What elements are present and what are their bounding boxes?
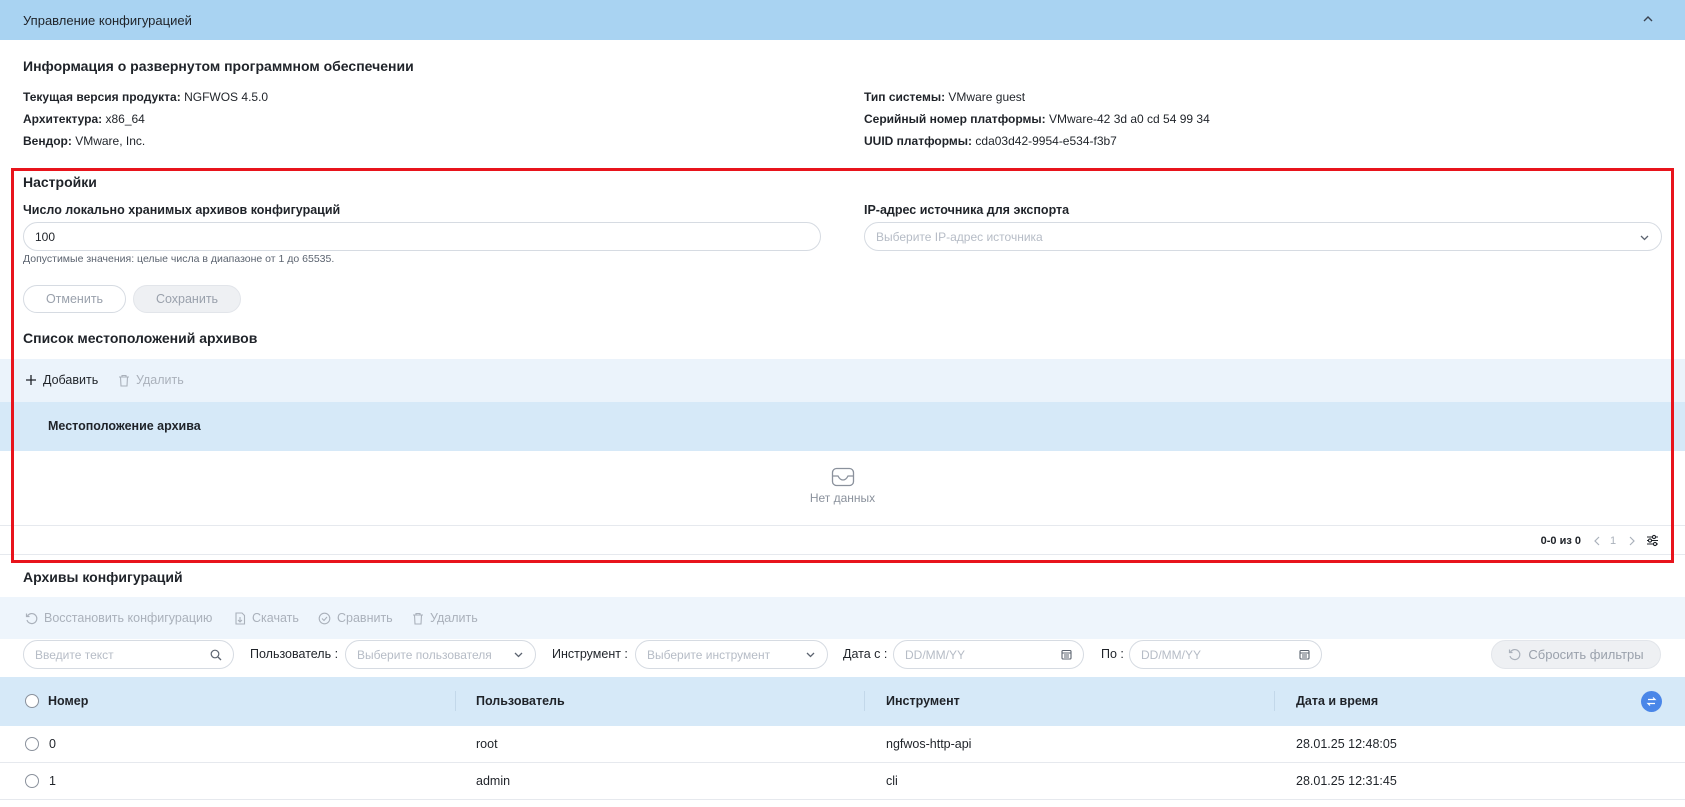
column-datetime[interactable]: Дата и время [1296, 694, 1378, 708]
delete-label: Удалить [136, 373, 184, 387]
tool-filter-select[interactable]: Выберите инструмент [635, 640, 828, 669]
chevron-down-icon [1640, 235, 1649, 241]
locations-table-header: Местоположение архива [0, 402, 1685, 451]
compare-icon [318, 612, 331, 624]
column-settings-icon[interactable] [1646, 534, 1659, 547]
row-datetime: 28.01.25 12:48:05 [1296, 737, 1397, 751]
cancel-button[interactable]: Отменить [23, 285, 126, 313]
plus-icon [26, 375, 36, 385]
select-all-checkbox[interactable] [25, 694, 39, 708]
vendor: Вендор: VMware, Inc. [23, 134, 146, 148]
calendar-icon [1299, 649, 1310, 660]
date-to-input[interactable]: DD/MM/YY [1129, 640, 1322, 669]
settings-heading: Настройки [23, 174, 97, 190]
date-from-placeholder: DD/MM/YY [905, 647, 965, 662]
save-button[interactable]: Сохранить [133, 285, 241, 313]
archives-count-value: 100 [35, 229, 56, 244]
tool-filter-placeholder: Выберите инструмент [647, 647, 771, 662]
trash-icon [413, 612, 423, 625]
date-from-label: Дата с : [843, 647, 888, 661]
row-datetime: 28.01.25 12:31:45 [1296, 774, 1397, 788]
product-version: Текущая версия продукта: NGFWOS 4.5.0 [23, 90, 269, 104]
row-checkbox[interactable] [25, 737, 39, 751]
swap-icon [1646, 697, 1657, 706]
archives-count-input[interactable]: 100 [23, 222, 821, 251]
system-type: Тип системы: VMware guest [864, 90, 1026, 104]
platform-serial: Серийный номер платформы: VMware-42 3d a… [864, 112, 1210, 126]
date-to-label: По : [1101, 647, 1124, 661]
archive-search-input[interactable]: Введите текст [23, 640, 234, 669]
chevron-up-icon[interactable] [1641, 12, 1655, 26]
architecture: Архитектура: x86_64 [23, 112, 145, 126]
header-title: Управление конфигурацией [23, 12, 192, 28]
delete-archive-label: Удалить [430, 611, 478, 625]
compare-button[interactable]: Сравнить [318, 611, 393, 625]
trash-icon [119, 374, 129, 387]
column-number[interactable]: Номер [48, 694, 88, 708]
software-info-heading: Информация о развернутом программном обе… [23, 58, 414, 74]
export-ip-select[interactable]: Выберите IP-адрес источника [864, 222, 1662, 251]
empty-inbox-icon [831, 467, 855, 487]
pagination-count: 0-0 из 0 [1540, 535, 1581, 547]
row-checkbox[interactable] [25, 774, 39, 788]
row-user: root [476, 737, 498, 751]
column-archive-location[interactable]: Местоположение архива [48, 419, 201, 433]
export-ip-placeholder: Выберите IP-адрес источника [876, 229, 1043, 244]
restore-icon [25, 612, 38, 624]
column-user[interactable]: Пользователь [476, 694, 565, 708]
row-number: 0 [49, 737, 56, 751]
column-divider [864, 691, 865, 711]
chevron-down-icon [514, 652, 523, 658]
restore-config-button[interactable]: Восстановить конфигурацию [25, 611, 212, 625]
archives-table-header: Номер Пользователь Инструмент Дата и вре… [0, 677, 1685, 726]
compare-label: Сравнить [337, 611, 393, 625]
archives-count-label: Число локально хранимых архивов конфигур… [23, 203, 341, 217]
chevron-down-icon [806, 652, 815, 658]
column-tool[interactable]: Инструмент [886, 694, 960, 708]
next-page-icon[interactable] [1628, 536, 1636, 546]
export-ip-label: IP-адрес источника для экспорта [864, 203, 1070, 217]
user-filter-select[interactable]: Выберите пользователя [345, 640, 536, 669]
download-label: Скачать [252, 611, 299, 625]
add-location-button[interactable]: Добавить [25, 373, 98, 387]
row-tool: ngfwos-http-api [886, 737, 972, 751]
download-button[interactable]: Скачать [234, 611, 299, 625]
table-row[interactable]: 1 admin cli 28.01.25 12:31:45 [0, 763, 1685, 800]
row-user: admin [476, 774, 511, 788]
row-number: 1 [49, 774, 56, 788]
calendar-icon [1061, 649, 1072, 660]
restore-label: Восстановить конфигурацию [44, 611, 213, 625]
locations-pagination: 0-0 из 0 1 [0, 525, 1685, 555]
archives-toolbar: Восстановить конфигурацию Скачать Сравни… [0, 597, 1685, 639]
search-placeholder: Введите текст [35, 647, 114, 662]
reset-filters-button[interactable]: Сбросить фильтры [1491, 640, 1661, 669]
reset-filters-label: Сбросить фильтры [1528, 647, 1644, 662]
user-filter-placeholder: Выберите пользователя [357, 647, 492, 662]
column-divider [1274, 691, 1275, 711]
date-from-input[interactable]: DD/MM/YY [893, 640, 1084, 669]
current-page[interactable]: 1 [1610, 535, 1616, 547]
add-label: Добавить [43, 373, 99, 387]
table-row[interactable]: 0 root ngfwos-http-api 28.01.25 12:48:05 [0, 726, 1685, 763]
download-icon [235, 611, 246, 625]
date-to-placeholder: DD/MM/YY [1141, 647, 1201, 662]
reset-icon [1509, 648, 1521, 661]
archives-heading: Архивы конфигураций [23, 569, 183, 585]
delete-archive-button[interactable]: Удалить [412, 611, 478, 625]
user-filter-label: Пользователь : [250, 647, 339, 661]
prev-page-icon[interactable] [1593, 536, 1601, 546]
platform-uuid: UUID платформы: cda03d42-9954-e534-f3b7 [864, 134, 1117, 148]
empty-state: Нет данных [0, 451, 1685, 525]
locations-toolbar: Добавить Удалить [0, 359, 1685, 402]
column-divider [455, 691, 456, 711]
tool-filter-label: Инструмент : [552, 647, 628, 661]
search-icon [210, 649, 222, 661]
empty-text: Нет данных [809, 491, 876, 505]
delete-location-button[interactable]: Удалить [118, 373, 184, 387]
table-settings-button[interactable] [1641, 691, 1662, 712]
row-tool: cli [886, 774, 898, 788]
archives-count-hint: Допустимые значения: целые числа в диапа… [23, 253, 335, 265]
config-management-header[interactable]: Управление конфигурацией [0, 0, 1685, 40]
locations-heading: Список местоположений архивов [23, 330, 258, 346]
